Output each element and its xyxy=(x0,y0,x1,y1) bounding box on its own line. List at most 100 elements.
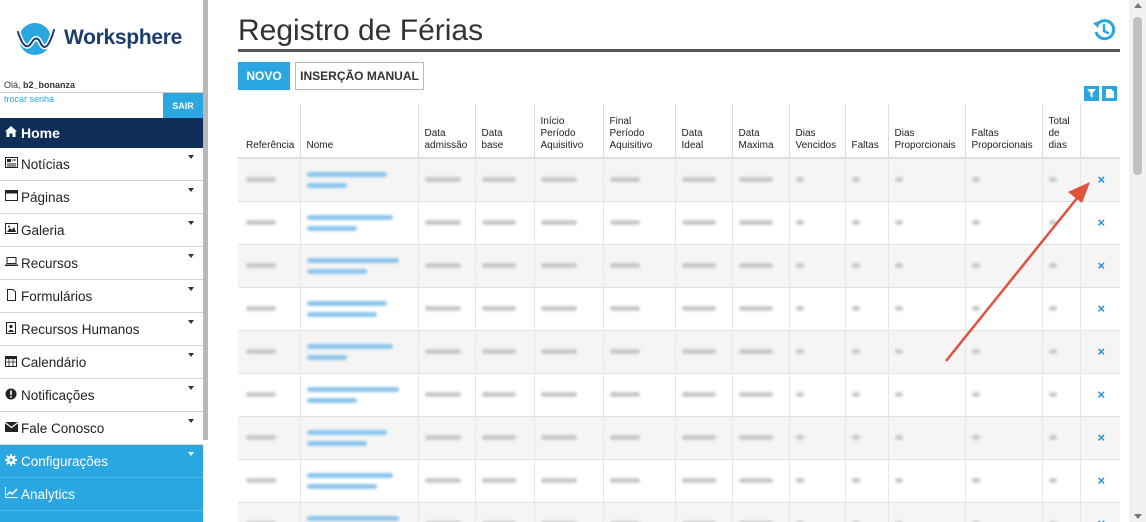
delete-button[interactable]: × xyxy=(1079,286,1120,330)
sidebar-item-label: Configurações xyxy=(21,453,109,469)
scroll-up-icon[interactable] xyxy=(1134,3,1142,8)
sidebar-item-more[interactable] xyxy=(0,511,203,522)
employee-name-link[interactable] xyxy=(306,515,399,521)
table-header-cell[interactable]: Total de dias xyxy=(1041,104,1080,159)
table-header-cell[interactable]: Nome xyxy=(299,104,418,159)
delete-button[interactable]: × xyxy=(1079,501,1120,522)
redacted-value xyxy=(481,263,516,268)
chevron-down-icon xyxy=(188,221,194,225)
table-cell[interactable] xyxy=(299,329,418,373)
employee-name-link[interactable] xyxy=(306,354,347,360)
title-divider xyxy=(238,49,1120,52)
manual-insert-button[interactable]: INSERÇÃO MANUAL xyxy=(295,62,424,90)
table-cell xyxy=(731,415,789,459)
sidebar-item-notificacoes[interactable]: Notificações xyxy=(0,379,203,412)
table-cell xyxy=(602,157,675,201)
export-button[interactable] xyxy=(1102,86,1117,101)
header-label: Aquisitivo xyxy=(609,140,653,151)
history-icon[interactable] xyxy=(1092,18,1116,42)
table-cell[interactable] xyxy=(299,501,418,522)
table-header-cell[interactable]: Faltas Proporcionais xyxy=(964,104,1042,159)
table-header-cell[interactable]: Data Ideal xyxy=(674,104,732,159)
employee-name-link[interactable] xyxy=(306,343,393,349)
table-cell[interactable] xyxy=(299,415,418,459)
chevron-down-icon xyxy=(188,353,194,357)
redacted-value xyxy=(681,220,716,225)
table-header-cell[interactable]: Referência xyxy=(238,104,300,159)
table-row[interactable]: × xyxy=(238,372,1120,416)
sidebar-item-configuracoes[interactable]: Configurações xyxy=(0,445,203,478)
header-label: Final xyxy=(609,116,632,127)
sidebar-item-formularios[interactable]: Formulários xyxy=(0,280,203,313)
employee-name-link[interactable] xyxy=(306,225,357,231)
sidebar-item-calendario[interactable]: Calendário xyxy=(0,346,203,379)
table-header-cell[interactable]: Dias Proporcionais xyxy=(887,104,965,159)
employee-name-link[interactable] xyxy=(306,386,399,392)
table-header-cell[interactable]: Final Período Aquisitivo xyxy=(602,104,675,159)
header-label: Data xyxy=(738,128,760,139)
scrollbar-thumb[interactable] xyxy=(1133,17,1142,175)
employee-name-link[interactable] xyxy=(306,429,387,435)
table-row[interactable]: × xyxy=(238,200,1120,244)
table-cell xyxy=(238,243,300,287)
employee-name-link[interactable] xyxy=(306,214,393,220)
employee-name-link[interactable] xyxy=(306,182,347,188)
table-cell[interactable] xyxy=(299,372,418,416)
delete-button[interactable]: × xyxy=(1079,243,1120,287)
table-header-cell[interactable]: Dias Vencidos xyxy=(788,104,845,159)
table-row[interactable]: × xyxy=(238,415,1120,459)
sidebar-item-fale-conosco[interactable]: Fale Conosco xyxy=(0,412,203,445)
table-row[interactable]: × xyxy=(238,501,1120,522)
sidebar-item-paginas[interactable]: Páginas xyxy=(0,181,203,214)
employee-name-link[interactable] xyxy=(306,311,377,317)
redacted-value xyxy=(851,349,860,354)
scroll-down-icon[interactable] xyxy=(1134,514,1142,519)
logout-button[interactable]: SAIR xyxy=(163,93,203,118)
brand-logo[interactable]: Worksphere xyxy=(0,0,203,76)
table-header-cell[interactable]: Início Período Aquisitivo xyxy=(533,104,603,159)
employee-name-link[interactable] xyxy=(306,483,377,489)
delete-button[interactable]: × xyxy=(1079,458,1120,502)
delete-button[interactable]: × xyxy=(1079,329,1120,373)
sidebar-item-galeria[interactable]: Galeria xyxy=(0,214,203,247)
table-cell[interactable] xyxy=(299,157,418,201)
sidebar-item-recursos[interactable]: Recursos xyxy=(0,247,203,280)
table-cell[interactable] xyxy=(299,286,418,330)
employee-name-link[interactable] xyxy=(306,472,393,478)
table-header-cell[interactable]: Data admissão xyxy=(417,104,475,159)
table-row[interactable]: × xyxy=(238,286,1120,330)
sidebar-item-recursos-humanos[interactable]: Recursos Humanos xyxy=(0,313,203,346)
page-scrollbar[interactable] xyxy=(1129,0,1146,522)
table-row[interactable]: × xyxy=(238,458,1120,502)
employee-name-link[interactable] xyxy=(306,300,387,306)
table-header-cell[interactable]: Data base xyxy=(474,104,534,159)
document-icon xyxy=(1105,89,1114,98)
redacted-value xyxy=(609,177,640,183)
employee-name-link[interactable] xyxy=(306,397,357,403)
delete-button[interactable]: × xyxy=(1079,200,1120,244)
sidebar: Worksphere Olá, b2_bonanza trocar senha … xyxy=(0,0,203,522)
sidebar-item-noticias[interactable]: Notícias xyxy=(0,148,203,181)
table-row[interactable]: × xyxy=(238,243,1120,287)
table-row[interactable]: × xyxy=(238,157,1120,201)
change-password-link[interactable]: trocar senha xyxy=(0,93,163,118)
new-button[interactable]: NOVO xyxy=(238,62,290,90)
redacted-value xyxy=(246,478,276,483)
table-header-cell[interactable]: Faltas xyxy=(844,104,888,159)
table-header-cell[interactable]: Data Maxima xyxy=(731,104,789,159)
table-row[interactable]: × xyxy=(238,329,1120,373)
sidebar-item-analytics[interactable]: Analytics xyxy=(0,478,203,511)
employee-name-link[interactable] xyxy=(306,440,367,446)
filter-button[interactable] xyxy=(1084,86,1099,101)
employee-name-link[interactable] xyxy=(306,257,399,263)
delete-button[interactable]: × xyxy=(1079,372,1120,416)
table-cell[interactable] xyxy=(299,200,418,244)
sidebar-item-home[interactable]: Home xyxy=(0,118,203,148)
table-cell[interactable] xyxy=(299,243,418,287)
employee-name-link[interactable] xyxy=(306,268,367,274)
table-cell[interactable] xyxy=(299,458,418,502)
delete-button[interactable]: × xyxy=(1079,415,1120,459)
employee-name-link[interactable] xyxy=(306,171,387,177)
chevron-down-icon xyxy=(188,188,194,192)
delete-button[interactable]: × xyxy=(1079,157,1120,201)
